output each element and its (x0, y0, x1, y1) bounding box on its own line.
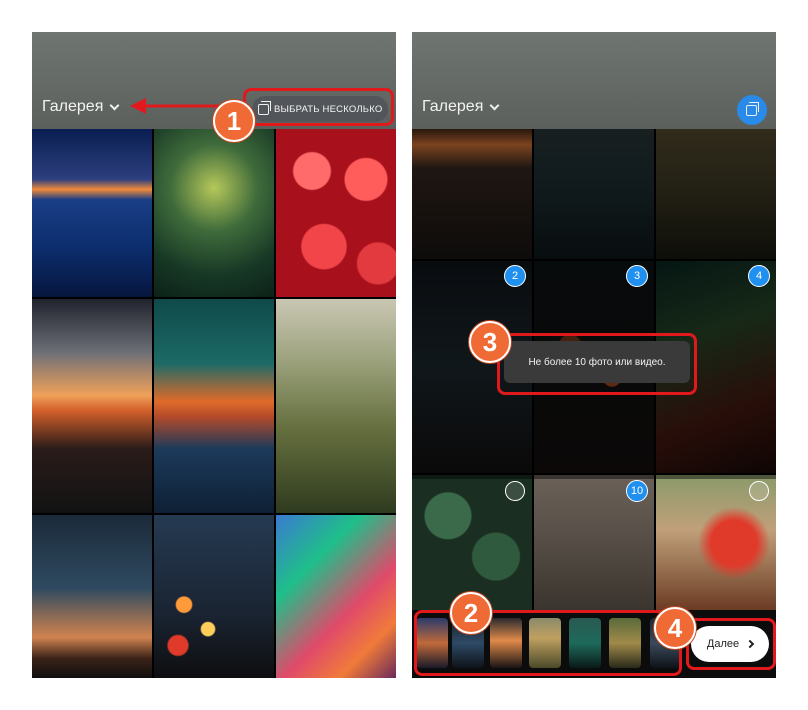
multi-select-toggle-button[interactable] (737, 95, 767, 125)
photo-thumbnail[interactable] (154, 129, 274, 297)
selection-badge[interactable]: 3 (626, 265, 648, 287)
selection-badge[interactable]: 4 (748, 265, 770, 287)
photo-thumbnail[interactable] (154, 299, 274, 513)
photo-thumbnail[interactable] (656, 129, 776, 259)
gallery-label: Галерея (422, 98, 484, 115)
selection-circle-empty[interactable] (749, 481, 769, 501)
selection-circle-empty[interactable] (505, 481, 525, 501)
step-marker: 1 (213, 100, 255, 142)
step-marker: 4 (654, 607, 696, 649)
photo-thumbnail[interactable] (534, 129, 654, 259)
chevron-down-icon (109, 100, 120, 110)
selection-badge[interactable]: 2 (504, 265, 526, 287)
photo-thumbnail[interactable] (32, 515, 152, 678)
highlight-box (243, 88, 394, 126)
photo-thumbnail[interactable] (276, 299, 396, 513)
highlight-box (497, 333, 697, 395)
photo-thumbnail[interactable] (276, 129, 396, 297)
annotation-arrow (130, 98, 224, 114)
photo-thumbnail[interactable] (276, 515, 396, 678)
photo-thumbnail[interactable] (32, 299, 152, 513)
photo-thumbnail[interactable] (32, 129, 152, 297)
multi-select-icon (746, 102, 759, 116)
step-marker: 2 (450, 592, 492, 634)
gallery-label: Галерея (42, 98, 104, 115)
photo-thumbnail[interactable] (412, 129, 532, 259)
highlight-box (686, 618, 776, 670)
chevron-down-icon (489, 100, 500, 110)
photo-thumbnail[interactable] (154, 515, 274, 678)
selection-badge[interactable]: 10 (626, 480, 648, 502)
gallery-dropdown[interactable]: Галерея (422, 98, 500, 116)
step-marker: 3 (469, 321, 511, 363)
gallery-dropdown[interactable]: Галерея (42, 98, 120, 116)
right-header: Галерея (412, 32, 776, 129)
